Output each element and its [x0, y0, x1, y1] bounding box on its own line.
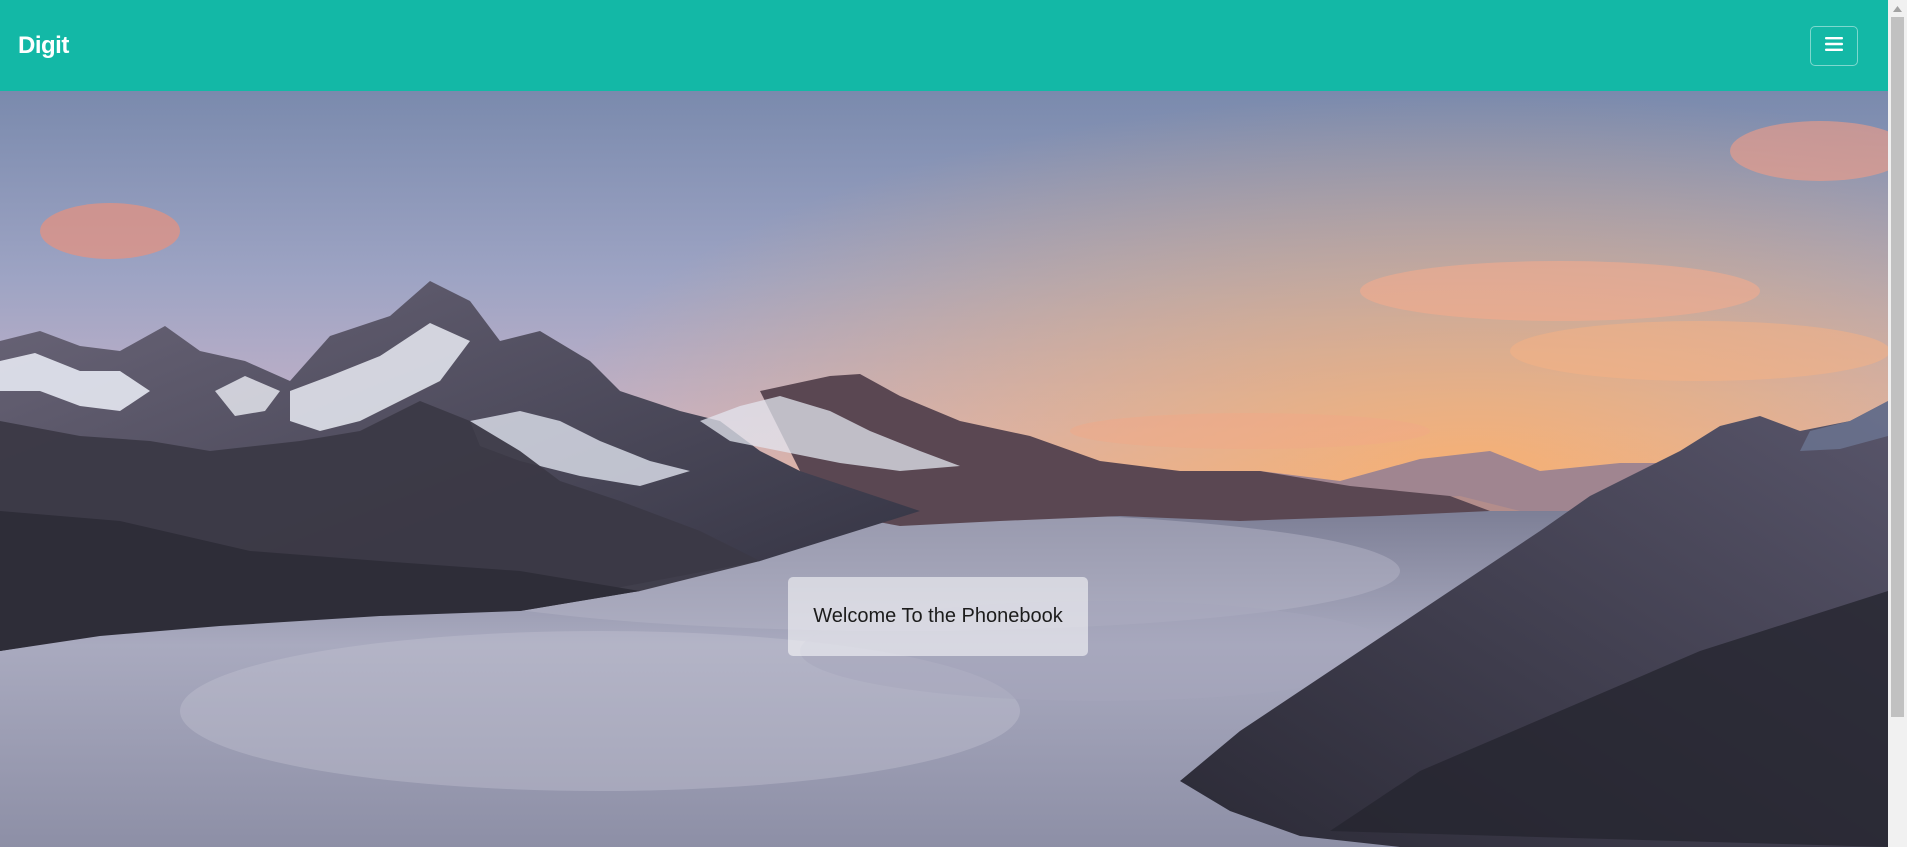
page: Digit Welcome To the Phonebook	[0, 0, 1907, 847]
menu-toggle-button[interactable]	[1810, 25, 1858, 66]
vertical-scrollbar[interactable]	[1888, 0, 1907, 847]
brand-logo[interactable]: Digit	[18, 32, 69, 60]
scroll-up-arrow-icon[interactable]	[1888, 0, 1907, 17]
welcome-heading: Welcome To the Phonebook	[813, 605, 1063, 627]
scrollbar-thumb[interactable]	[1891, 17, 1904, 717]
mountain-sunset-background-image	[0, 91, 1888, 847]
hamburger-menu-icon	[1824, 36, 1844, 55]
navbar: Digit	[0, 0, 1888, 91]
hero-section: Welcome To the Phonebook	[0, 91, 1888, 847]
welcome-box: Welcome To the Phonebook	[788, 577, 1088, 656]
